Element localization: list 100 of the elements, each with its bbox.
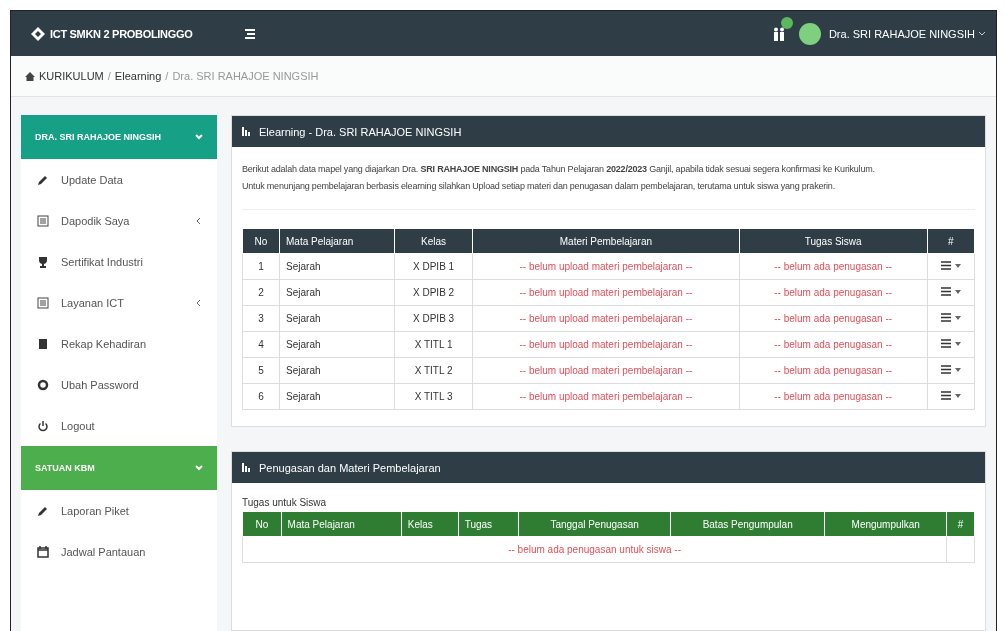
sidebar-label: Ubah Password (61, 378, 140, 391)
column-header: Kelas (401, 511, 459, 537)
separator: / (107, 70, 111, 82)
caret-icon (954, 393, 961, 398)
row-menu-button[interactable] (940, 391, 961, 400)
sidebar-item[interactable]: Ubah Password (21, 364, 217, 405)
sidebar-item[interactable]: Sertifikat Industri (21, 241, 217, 282)
sidebar-label: Jadwal Pantauan (61, 545, 147, 558)
breadcrumb-link[interactable]: Elearning (114, 70, 162, 82)
logo-icon (31, 26, 45, 41)
column-header: Mata Pelajaran (279, 228, 395, 254)
sidebar-toggle-icon[interactable] (242, 26, 257, 41)
user-avatar[interactable] (798, 22, 821, 45)
sidebar-item[interactable]: Update Data (21, 159, 217, 200)
class-cell: X DPIB 3 (394, 305, 473, 332)
user-menu[interactable]: Dra. SRI RAHAJOE NINGSIH (828, 27, 975, 40)
task-status: -- belum ada penugasan -- (739, 305, 928, 332)
column-header: Batas Pengumpulan (670, 511, 825, 537)
column-header: Tanggal Penugasan (518, 511, 671, 537)
sidebar-label: Laporan Piket (61, 504, 130, 517)
breadcrumb-link[interactable]: KURIKULUM (39, 70, 104, 82)
row-menu-button[interactable] (940, 339, 961, 348)
sidebar-label: Dapodik Saya (61, 214, 131, 227)
row-menu-button[interactable] (940, 287, 961, 296)
row-number: 2 (242, 279, 280, 306)
class-cell: X TITL 2 (394, 357, 473, 384)
list-icon (37, 214, 49, 227)
menu-icon (940, 287, 951, 296)
section-subtitle: Tugas untuk Siswa (242, 497, 328, 508)
sidebar-label: Logout (61, 419, 96, 432)
note-text: Untuk menunjang pembelajaran berbasis elearning silahkan Upload setiap materi dan penugasan dalam pembelajaran, terutama untuk siswa yang prakerin. (242, 180, 836, 193)
sidebar-item[interactable]: Rekap Kehadiran (21, 323, 217, 364)
column-header: Mengumpulkan (824, 511, 947, 537)
chart-icon (242, 127, 252, 136)
row-number: 3 (242, 305, 280, 332)
chart-icon (242, 463, 252, 472)
sidebar-label: Sertifikat Industri (61, 255, 144, 268)
sidebar-item[interactable]: Layanan ICT (21, 282, 217, 323)
material-status: -- belum upload materi pembelajaran -- (472, 253, 740, 280)
chevron-down-icon (195, 134, 203, 140)
row-number: 5 (242, 357, 280, 384)
section-title: SATUAN KBM (35, 463, 95, 473)
task-status: -- belum ada penugasan -- (739, 383, 928, 410)
sidebar-label: Update Data (61, 173, 124, 186)
material-status: -- belum upload materi pembelajaran -- (472, 305, 740, 332)
material-status: -- belum upload materi pembelajaran -- (472, 383, 740, 410)
caret-icon (954, 341, 961, 346)
class-cell: X TITL 1 (394, 331, 473, 358)
sidebar-label: Layanan ICT (61, 296, 125, 309)
column-header: No (242, 228, 280, 254)
sidebar-item[interactable]: Dapodik Saya (21, 200, 217, 241)
column-header: Tugas (458, 511, 519, 537)
menu-icon (940, 313, 951, 322)
brand-name[interactable]: ICT SMKN 2 PROBOLINGGO (50, 27, 193, 40)
material-status: -- belum upload materi pembelajaran -- (472, 331, 740, 358)
caret-icon (954, 263, 961, 268)
separator: / (165, 70, 169, 82)
column-header: Materi Pembelajaran (472, 228, 740, 254)
menu-icon (940, 365, 951, 374)
material-status: -- belum upload materi pembelajaran -- (472, 279, 740, 306)
menu-icon (940, 391, 951, 400)
subject-cell: Sejarah (279, 331, 395, 358)
class-cell: X TITL 3 (394, 383, 473, 410)
empty-message: -- belum ada penugasan untuk siswa -- (242, 536, 947, 563)
power-icon (37, 419, 49, 432)
row-number: 4 (242, 331, 280, 358)
caret-icon (954, 367, 961, 372)
pencil-icon (37, 504, 49, 517)
subject-cell: Sejarah (279, 305, 395, 332)
task-status: -- belum ada penugasan -- (739, 253, 928, 280)
task-status: -- belum ada penugasan -- (739, 331, 928, 358)
column-header: # (946, 511, 975, 537)
column-header: Kelas (394, 228, 473, 254)
trophy-icon (37, 255, 49, 268)
row-number: 6 (242, 383, 280, 410)
column-header: Mata Pelajaran (281, 511, 402, 537)
list-icon (37, 296, 49, 309)
material-status: -- belum upload materi pembelajaran -- (472, 357, 740, 384)
panel-title: Elearning - Dra. SRI RAHAJOE NINGSIH (259, 125, 462, 138)
sidebar-item[interactable]: Laporan Piket (21, 490, 217, 531)
section-title: DRA. SRI RAHAJOE NINGSIH (35, 132, 161, 142)
chevron-down-icon (195, 465, 203, 471)
class-cell: X DPIB 1 (394, 253, 473, 280)
breadcrumb-current: Dra. SRI RAHAJOE NINGSIH (172, 70, 319, 82)
subject-cell: Sejarah (279, 357, 395, 384)
row-menu-button[interactable] (940, 261, 961, 270)
subject-cell: Sejarah (279, 279, 395, 306)
row-menu-button[interactable] (940, 365, 961, 374)
menu-icon (940, 339, 951, 348)
calendar-icon (37, 545, 49, 558)
menu-icon (940, 261, 951, 270)
caret-icon (954, 315, 961, 320)
intro-text: Berikut adalah data mapel yang diajarkan Dra. SRI RAHAJOE NINGSIH pada Tahun Pelajaran 2022/2023 Ganjil, apabila tidak sesuai segera konfirmasi ke Kurikulum. (242, 163, 876, 176)
sidebar-item[interactable]: Logout (21, 405, 217, 446)
row-number: 1 (242, 253, 280, 280)
row-menu-button[interactable] (940, 313, 961, 322)
column-header: # (927, 228, 975, 254)
people-icon[interactable] (772, 26, 785, 41)
subject-cell: Sejarah (279, 383, 395, 410)
sidebar-item[interactable]: Jadwal Pantauan (21, 531, 217, 572)
